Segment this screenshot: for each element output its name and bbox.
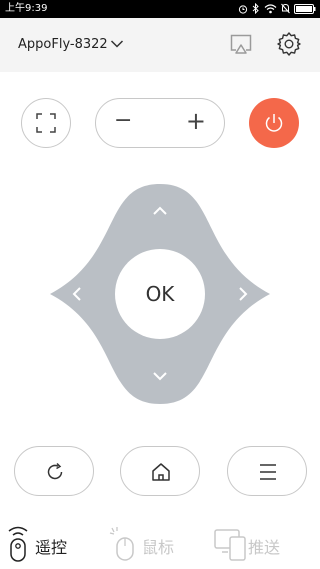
chevron-down-icon[interactable]	[110, 39, 124, 49]
bluetooth-icon	[252, 3, 259, 14]
status-time: 上午9:39	[5, 3, 48, 14]
dpad-up-button[interactable]	[145, 196, 175, 226]
menu-button[interactable]	[227, 446, 307, 496]
volume-up-button[interactable]: +	[174, 99, 214, 147]
mouse-icon	[109, 527, 134, 561]
nav-item-mouse[interactable]: 鼠标	[106, 518, 206, 569]
volume-down-label: −	[114, 108, 133, 133]
dpad-down-button[interactable]	[145, 361, 175, 391]
home-button[interactable]	[120, 446, 200, 496]
chevron-right-icon	[239, 287, 248, 301]
volume-up-label: +	[185, 107, 206, 135]
silent-icon	[281, 3, 290, 14]
status-icons	[238, 3, 316, 14]
power-button[interactable]	[249, 98, 299, 148]
chevron-down-icon	[153, 372, 167, 381]
nav-item-push[interactable]: 推送	[210, 518, 320, 569]
device-name[interactable]: AppoFly-8322	[18, 37, 108, 52]
refresh-icon	[47, 462, 63, 480]
fullscreen-button[interactable]	[21, 98, 71, 148]
nav-label-remote: 遥控	[35, 538, 68, 557]
alarm-icon	[238, 4, 248, 14]
power-icon	[265, 114, 283, 132]
status-bar: 上午9:39	[0, 0, 320, 18]
remote-icon	[8, 526, 28, 562]
dpad-left-button[interactable]	[62, 279, 92, 309]
nav-item-remote[interactable]: 遥控	[0, 518, 100, 569]
battery-icon	[294, 3, 316, 14]
gear-icon[interactable]	[276, 31, 302, 57]
bottom-nav: 遥控 鼠标 推送	[0, 518, 320, 569]
fullscreen-icon	[36, 113, 56, 133]
screen-cast-icon[interactable]	[229, 32, 253, 56]
ok-button[interactable]: OK	[115, 249, 205, 339]
devices-icon	[214, 529, 246, 561]
chevron-left-icon	[72, 287, 81, 301]
nav-label-mouse: 鼠标	[142, 538, 175, 557]
volume-down-button[interactable]: −	[106, 99, 146, 147]
back-button[interactable]	[14, 446, 94, 496]
chevron-up-icon	[153, 206, 167, 215]
home-icon	[152, 463, 170, 481]
dpad-right-button[interactable]	[228, 279, 258, 309]
nav-label-push: 推送	[248, 538, 281, 557]
volume-control: − +	[95, 98, 225, 148]
header: AppoFly-8322	[0, 18, 320, 72]
wifi-icon	[264, 3, 277, 13]
menu-icon	[260, 464, 276, 480]
